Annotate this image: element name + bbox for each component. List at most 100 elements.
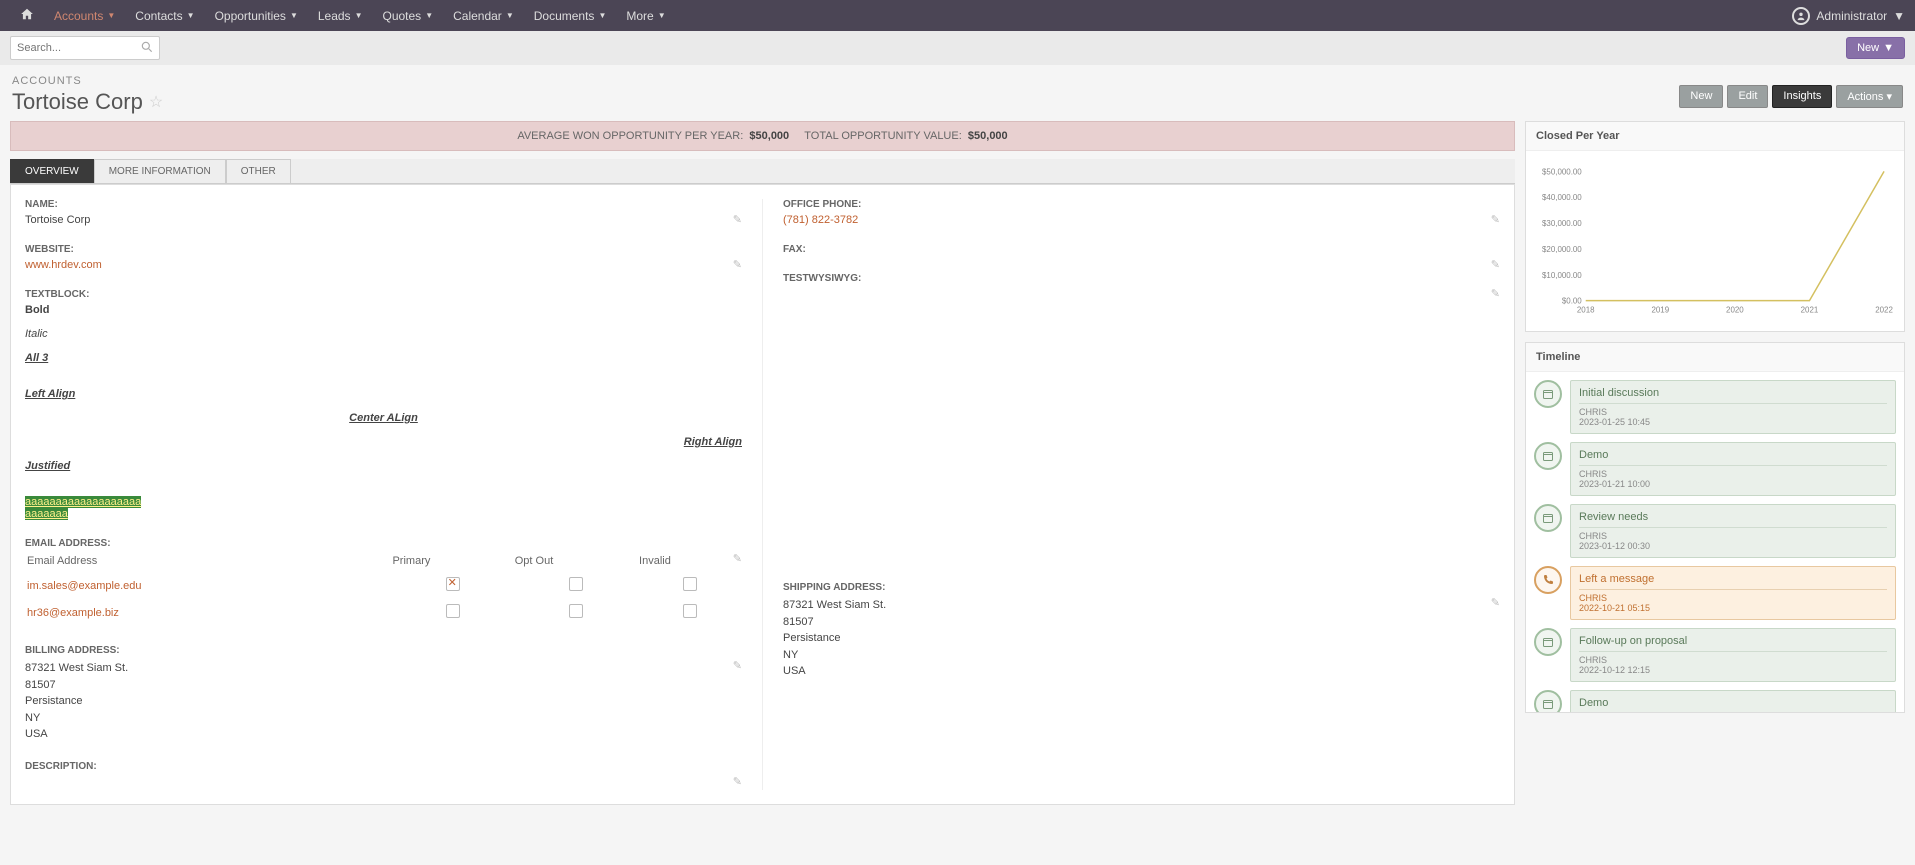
shipping-line: USA — [783, 663, 1500, 680]
testwysiwyg-label: TESTWYSIWYG: — [783, 273, 1500, 284]
timeline-item-title: Demo — [1579, 697, 1887, 709]
shipping-line: Persistance — [783, 630, 1500, 647]
new-button[interactable]: New — [1679, 85, 1723, 108]
timeline-item[interactable]: Follow-up on proposalCHRIS2022-10-12 12:… — [1534, 628, 1896, 682]
email-address[interactable]: hr36@example.biz — [27, 600, 390, 625]
shipping-line: 81507 — [783, 614, 1500, 631]
email-row: hr36@example.biz — [27, 600, 740, 625]
timeline-panel: Timeline Initial discussionCHRIS2023-01-… — [1525, 342, 1905, 713]
user-menu[interactable]: Administrator ▼ — [1792, 7, 1905, 25]
timeline-item-time: 2022-10-12 12:15 — [1579, 665, 1650, 675]
timeline-item-time: 2023-01-21 10:00 — [1579, 479, 1650, 489]
textblock-right: Right Align — [25, 436, 742, 448]
nav-accounts[interactable]: Accounts ▼ — [44, 1, 125, 31]
tabs: OVERVIEWMORE INFORMATIONOTHER — [10, 159, 1515, 184]
new-dropdown[interactable]: New ▼ — [1846, 37, 1905, 59]
caret-down-icon: ▼ — [187, 11, 195, 20]
closed-per-year-chart: $0.00$10,000.00$20,000.00$30,000.00$40,0… — [1536, 161, 1894, 321]
timeline-item-user: CHRIS — [1579, 469, 1887, 479]
pencil-icon[interactable]: ✎ — [1491, 258, 1500, 271]
edit-button[interactable]: Edit — [1727, 85, 1768, 108]
timeline-item[interactable]: Left a messageCHRIS2022-10-21 05:15 — [1534, 566, 1896, 620]
tab-overview[interactable]: OVERVIEW — [10, 159, 94, 183]
caret-down-icon: ▼ — [425, 11, 433, 20]
timeline-item-time: 2022-10-21 05:15 — [1579, 603, 1650, 613]
home-icon[interactable] — [10, 0, 44, 32]
page-title: Tortoise Corp — [12, 89, 143, 115]
metric-total-label: TOTAL OPPORTUNITY VALUE: — [804, 130, 962, 142]
textblock-all3: All 3 — [25, 352, 742, 364]
primary-checkbox[interactable] — [446, 604, 460, 618]
phone-icon — [1534, 566, 1562, 594]
invalid-checkbox[interactable] — [683, 604, 697, 618]
timeline-item-user: CHRIS — [1579, 655, 1887, 665]
insights-button[interactable]: Insights — [1772, 85, 1832, 108]
caret-down-icon: ▼ — [107, 11, 115, 20]
nav-contacts[interactable]: Contacts ▼ — [125, 1, 204, 31]
shipping-line: NY — [783, 647, 1500, 664]
nav-more[interactable]: More ▼ — [616, 1, 675, 31]
pencil-icon[interactable]: ✎ — [1491, 287, 1500, 300]
nav-calendar[interactable]: Calendar ▼ — [443, 1, 524, 31]
avatar-icon — [1792, 7, 1810, 25]
textblock-italic: Italic — [25, 328, 742, 340]
pencil-icon[interactable]: ✎ — [1491, 213, 1500, 226]
website-value[interactable]: www.hrdev.com — [25, 259, 742, 271]
optout-checkbox[interactable] — [569, 604, 583, 618]
pencil-icon[interactable]: ✎ — [1491, 596, 1500, 609]
search-icon[interactable] — [140, 40, 154, 57]
calendar-icon — [1534, 690, 1562, 712]
svg-text:$50,000.00: $50,000.00 — [1542, 167, 1582, 176]
timeline-item[interactable]: DemoCHRIS2023-01-21 10:00 — [1534, 442, 1896, 496]
chart-panel: Closed Per Year $0.00$10,000.00$20,000.0… — [1525, 121, 1905, 332]
svg-text:$10,000.00: $10,000.00 — [1542, 271, 1582, 280]
email-address[interactable]: im.sales@example.edu — [27, 573, 390, 598]
nav-documents[interactable]: Documents ▼ — [524, 1, 617, 31]
pencil-icon[interactable]: ✎ — [733, 775, 742, 788]
timeline-item[interactable]: Initial discussionCHRIS2023-01-25 10:45 — [1534, 380, 1896, 434]
optout-checkbox[interactable] — [569, 577, 583, 591]
timeline-title: Timeline — [1526, 343, 1904, 372]
email-col-primary: Primary — [392, 555, 512, 571]
overview-panel: NAME: Tortoise Corp ✎ WEBSITE: www.hrdev… — [10, 184, 1515, 805]
timeline-item[interactable]: DemoCHRIS2022-04-15 16:15 — [1534, 690, 1896, 712]
nav-opportunities[interactable]: Opportunities ▼ — [205, 1, 308, 31]
shipping-label: SHIPPING ADDRESS: — [783, 582, 1500, 593]
billing-line: USA — [25, 726, 742, 743]
caret-down-icon: ▾ — [1886, 91, 1892, 103]
email-label: EMAIL ADDRESS: — [25, 538, 742, 549]
calendar-icon — [1534, 504, 1562, 532]
metric-avg-label: AVERAGE WON OPPORTUNITY PER YEAR: — [517, 130, 743, 142]
billing-line: 87321 West Siam St. — [25, 660, 742, 677]
shipping-line: 87321 West Siam St. — [783, 597, 1500, 614]
star-icon[interactable]: ☆ — [149, 92, 163, 112]
office-phone-value[interactable]: (781) 822-3782 — [783, 214, 1500, 226]
textblock-hl2: aaaaaaa — [25, 508, 68, 520]
search-input[interactable] — [10, 36, 160, 60]
nav-quotes[interactable]: Quotes ▼ — [372, 1, 443, 31]
email-col-optout: Opt Out — [515, 555, 637, 571]
pencil-icon[interactable]: ✎ — [733, 258, 742, 271]
svg-text:2019: 2019 — [1651, 306, 1669, 315]
billing-line: NY — [25, 710, 742, 727]
pencil-icon[interactable]: ✎ — [733, 552, 742, 565]
timeline-item[interactable]: Review needsCHRIS2023-01-12 00:30 — [1534, 504, 1896, 558]
pencil-icon[interactable]: ✎ — [733, 213, 742, 226]
email-row: im.sales@example.edu — [27, 573, 740, 598]
tab-more-information[interactable]: MORE INFORMATION — [94, 159, 226, 183]
timeline-item-user: CHRIS — [1579, 407, 1887, 417]
nav-leads[interactable]: Leads ▼ — [308, 1, 373, 31]
invalid-checkbox[interactable] — [683, 577, 697, 591]
calendar-icon — [1534, 380, 1562, 408]
timeline-card: Initial discussionCHRIS2023-01-25 10:45 — [1570, 380, 1896, 434]
timeline-item-title: Review needs — [1579, 511, 1887, 523]
website-label: WEBSITE: — [25, 244, 742, 255]
svg-text:2020: 2020 — [1726, 306, 1744, 315]
primary-checkbox[interactable] — [446, 577, 460, 591]
new-dropdown-label: New — [1857, 42, 1879, 54]
actions-button[interactable]: Actions ▾ — [1836, 85, 1903, 108]
tab-other[interactable]: OTHER — [226, 159, 291, 183]
pencil-icon[interactable]: ✎ — [733, 659, 742, 672]
caret-down-icon: ▼ — [1893, 9, 1905, 23]
svg-text:2022: 2022 — [1875, 306, 1893, 315]
